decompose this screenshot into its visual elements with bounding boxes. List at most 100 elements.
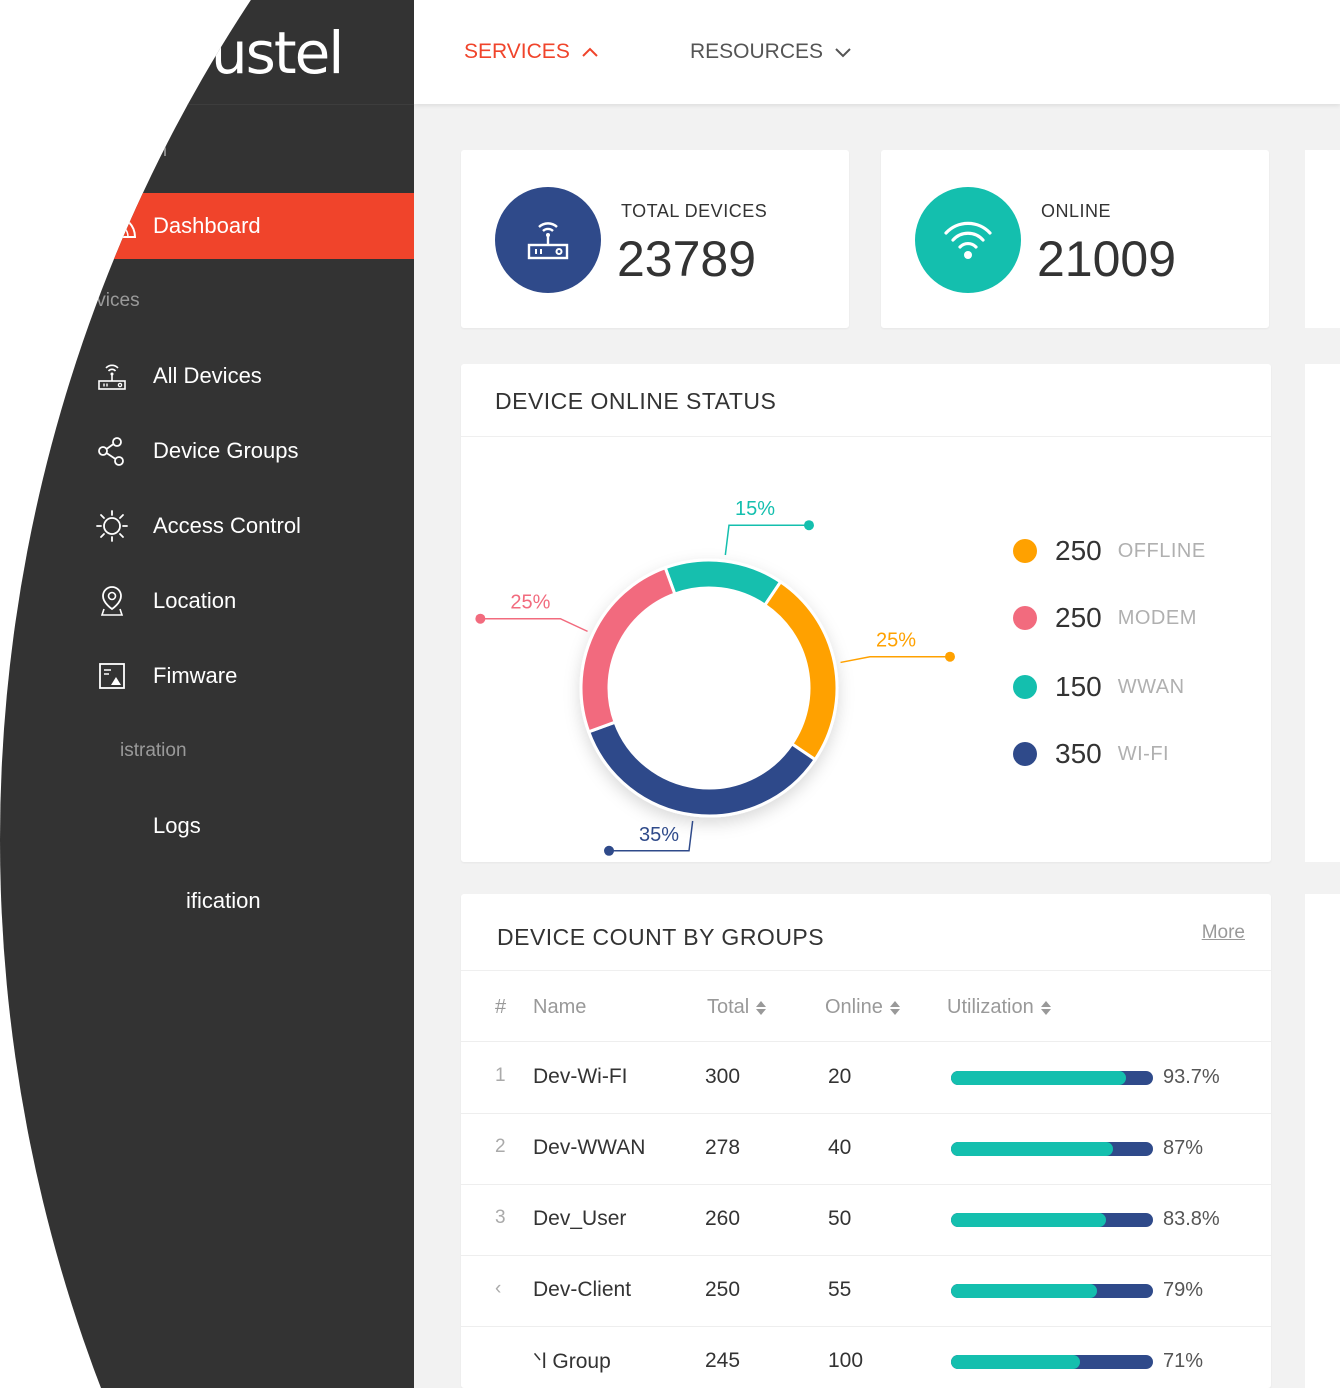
- stat-card-partial: [1305, 150, 1340, 328]
- leader-dot: [604, 845, 615, 856]
- column-header-label: Online: [825, 996, 883, 1018]
- sidebar: robustel Information Dashboard Devices A…: [0, 0, 414, 1388]
- nav-services[interactable]: SERVICES: [464, 40, 600, 64]
- more-link[interactable]: More: [1202, 922, 1245, 944]
- legend-dot: [1013, 539, 1037, 563]
- brand-logo[interactable]: robustel: [54, 18, 344, 88]
- row-index: 1: [495, 1064, 506, 1086]
- group-total: 245: [705, 1348, 741, 1372]
- leader-dot: [475, 613, 486, 624]
- card-divider: [461, 970, 1271, 971]
- legend-name: MODEM: [1117, 606, 1197, 629]
- nav-services-label: SERVICES: [464, 40, 570, 63]
- group-online: 55: [828, 1277, 852, 1301]
- column-header-online[interactable]: Online: [825, 996, 901, 1019]
- legend-dot: [1013, 675, 1037, 699]
- nav-resources-label: RESOURCES: [690, 40, 824, 63]
- sidebar-item-all-devices[interactable]: All Devices: [14, 343, 414, 409]
- legend-dot: [1013, 606, 1037, 630]
- utilization-percent: 83.8%: [1163, 1207, 1220, 1230]
- sidebar-section-devices: Devices: [72, 290, 140, 311]
- table-row[interactable]: 3 Dev_User 260 50 83.8%: [461, 894, 1271, 1388]
- row-divider: [461, 1113, 1271, 1114]
- utilization-bar: [951, 1141, 1153, 1156]
- device-online-status-card: DEVICE ONLINE STATUS 15% 25% 35% 25% 250 OF…: [461, 364, 1271, 862]
- group-total: 260: [705, 1206, 741, 1230]
- row-divider: [461, 1041, 1271, 1042]
- sidebar-item-label: Dashboard: [153, 213, 261, 238]
- device-count-by-groups-card: DEVICE COUNT BY GROUPS More # Name Total…: [461, 894, 1271, 1388]
- legend-name: WI-FI: [1117, 742, 1170, 765]
- stat-label: TOTAL DEVICES: [621, 201, 768, 221]
- sidebar-item-access-control[interactable]: Access Control: [14, 493, 414, 559]
- table-row[interactable]: 2 Dev-WWAN 278 40 87%: [461, 894, 1271, 1388]
- legend-count: 350: [1055, 738, 1102, 769]
- column-header-index: #: [495, 996, 507, 1018]
- sidebar-item-label: ification: [186, 888, 261, 913]
- table-row[interactable]: ᐠl Group 245 100 71%: [461, 894, 1271, 1388]
- row-index: ‹: [495, 1277, 502, 1299]
- router-icon: [495, 187, 601, 293]
- sidebar-item-label: All Devices: [153, 363, 262, 388]
- utilization-bar: [951, 1212, 1153, 1227]
- slice-label: 35%: [639, 824, 679, 846]
- sidebar-item-notification[interactable]: ification: [14, 868, 414, 934]
- brand-name: robustel: [122, 19, 344, 87]
- table-row[interactable]: 1 Dev-Wi-FI 300 20 93.7%: [461, 894, 1271, 1388]
- chevron-down-icon: [835, 48, 851, 58]
- sort-icon: [889, 1000, 900, 1015]
- sort-icon: [1040, 1000, 1051, 1015]
- row-divider: [461, 1326, 1271, 1327]
- row-divider: [461, 1184, 1271, 1185]
- robustel-logo-icon: [54, 23, 114, 83]
- location-pin-icon: [94, 583, 130, 619]
- leader-line: [480, 617, 588, 633]
- group-total: 250: [705, 1277, 741, 1301]
- column-header-total[interactable]: Total: [707, 996, 767, 1019]
- table-row[interactable]: ‹ Dev-Client 250 55 79%: [461, 894, 1271, 1388]
- utilization-bar-fill: [951, 1141, 1113, 1156]
- column-header-label: Total: [707, 996, 750, 1018]
- stat-card-total-devices: TOTAL DEVICES 23789: [461, 150, 849, 328]
- card-title: DEVICE ONLINE STATUS: [495, 388, 777, 414]
- sidebar-item-label: Logs: [153, 813, 201, 838]
- slice-label: 15%: [735, 498, 775, 520]
- legend-count: 250: [1055, 602, 1102, 633]
- sidebar-divider: [0, 104, 414, 105]
- sidebar-item-label: Location: [153, 588, 237, 613]
- leader-line: [840, 655, 950, 664]
- nav-resources[interactable]: RESOURCES: [690, 40, 853, 64]
- sidebar-item-device-groups[interactable]: Device Groups: [14, 418, 414, 484]
- sidebar-item-location[interactable]: Location: [14, 568, 414, 634]
- app-window: robustel Information Dashboard Devices A…: [0, 0, 1340, 1388]
- stat-card-online: ONLINE 21009: [881, 150, 1269, 328]
- share-nodes-icon: [94, 433, 130, 469]
- row-divider: [461, 1255, 1271, 1256]
- sidebar-item-firmware[interactable]: Fimware: [14, 643, 414, 709]
- sort-icon: [756, 1000, 767, 1015]
- group-online: 40: [828, 1135, 852, 1159]
- legend-item-wifi: 350 WI-FI: [1013, 737, 1169, 771]
- logs-icon: [94, 808, 130, 844]
- group-online: 100: [828, 1348, 864, 1372]
- legend-count: 150: [1055, 671, 1102, 702]
- leader-dot: [803, 520, 814, 531]
- top-navbar: SERVICES RESOURCES: [414, 0, 1340, 104]
- legend-item-modem: 250 MODEM: [1013, 601, 1197, 635]
- utilization-percent: 93.7%: [1163, 1065, 1220, 1088]
- column-header-label: Utilization: [947, 996, 1034, 1018]
- utilization-bar-fill: [951, 1354, 1081, 1369]
- group-name: Dev_User: [533, 1206, 627, 1230]
- group-online: 50: [828, 1206, 852, 1230]
- donut-chart: 15% 25% 35% 25%: [475, 498, 955, 856]
- sun-gear-icon: [94, 508, 130, 544]
- row-index: 3: [495, 1206, 506, 1228]
- legend-item-wwan: 150 WWAN: [1013, 670, 1185, 704]
- card-title: DEVICE COUNT BY GROUPS: [497, 924, 825, 950]
- sidebar-item-logs[interactable]: Logs: [14, 793, 414, 859]
- sidebar-section-information: Information: [72, 140, 168, 161]
- column-header-utilization[interactable]: Utilization: [947, 996, 1052, 1019]
- gauge-icon: [88, 208, 140, 244]
- sidebar-item-label: Access Control: [153, 513, 301, 538]
- sidebar-item-dashboard[interactable]: Dashboard: [14, 193, 414, 259]
